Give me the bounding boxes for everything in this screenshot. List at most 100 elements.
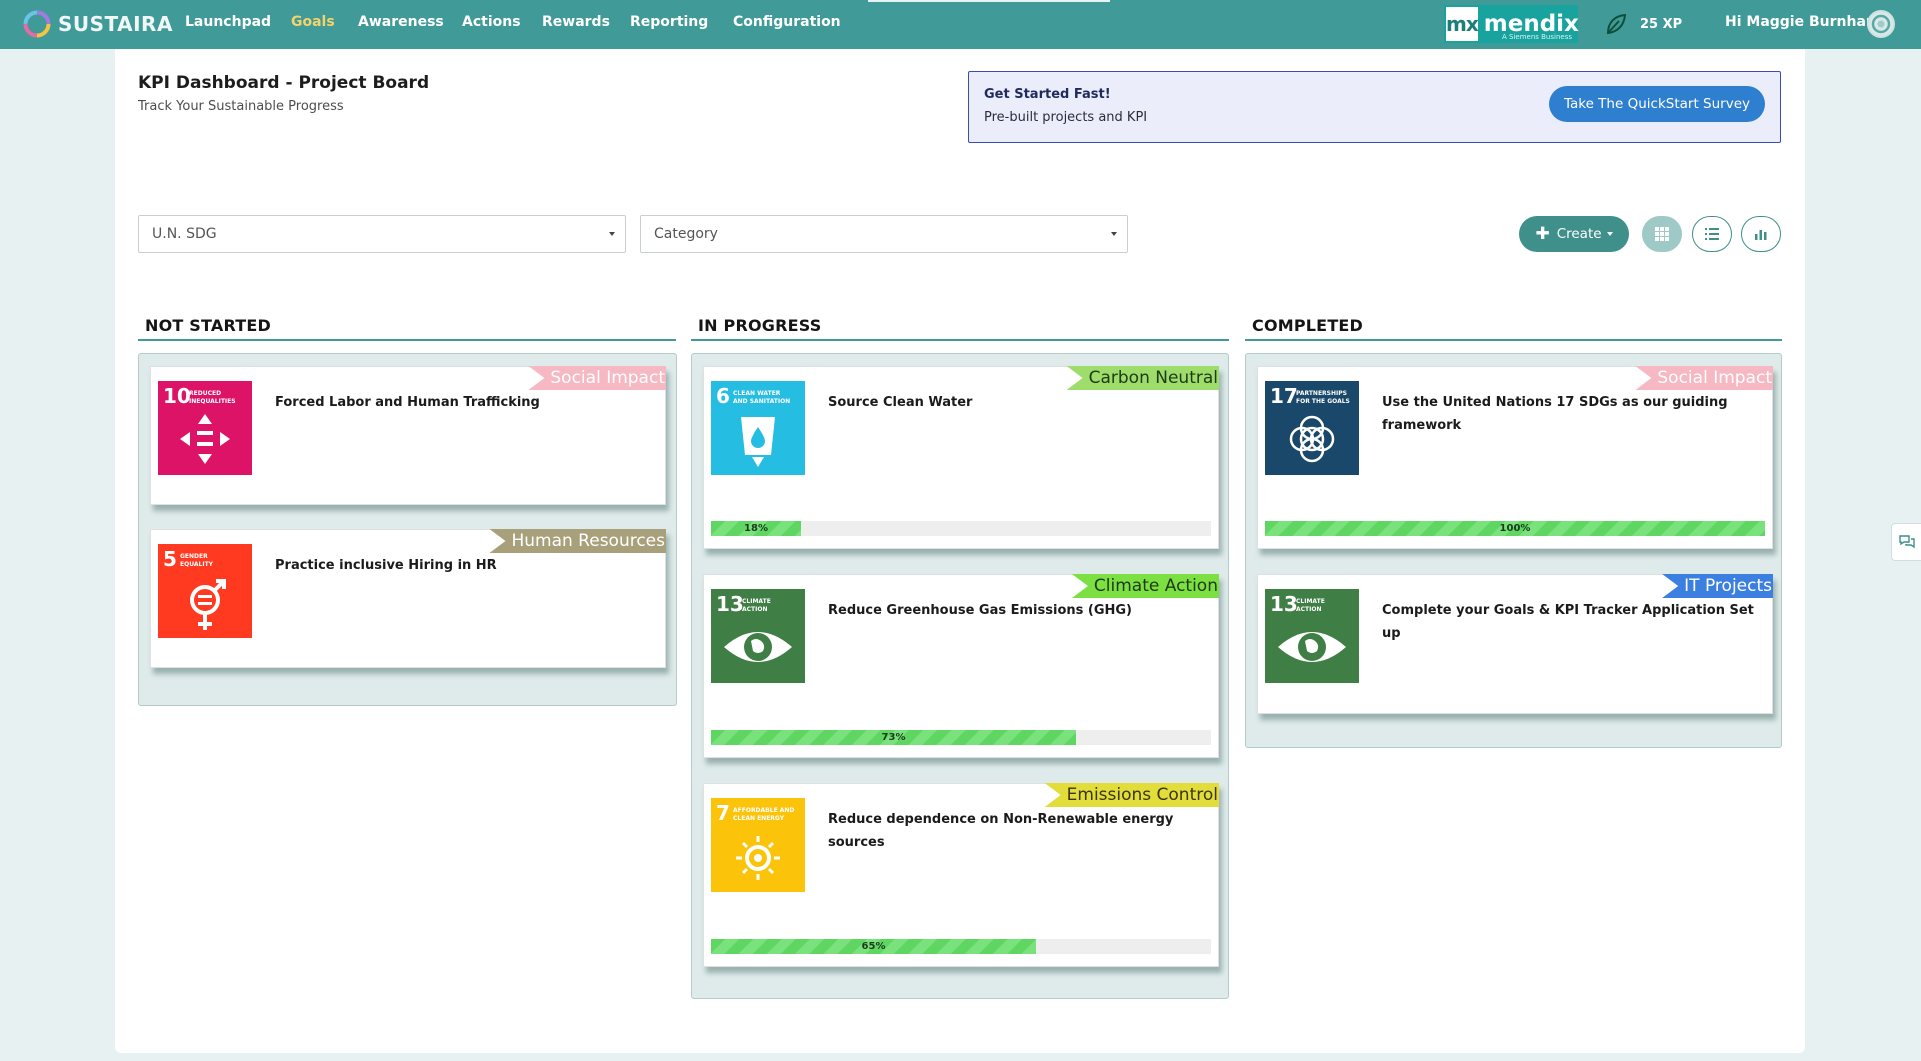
svg-text:13: 13 [1270, 592, 1298, 616]
progress-bar: 73% [711, 730, 1211, 745]
nav-reporting[interactable]: Reporting [630, 14, 708, 30]
kanban-card[interactable]: Carbon Neutral 6 CLEAN WATER AND SANITAT… [703, 366, 1219, 549]
category-filter-select[interactable]: Category [640, 215, 1128, 253]
svg-text:CLEAN WATER: CLEAN WATER [733, 390, 781, 397]
svg-text:CLIMATE: CLIMATE [742, 598, 771, 605]
sdg-13-climate-action-icon: 13 CLIMATE ACTION [1265, 589, 1359, 683]
sdg-filter-select[interactable]: U.N. SDG [138, 215, 626, 253]
svg-text:GENDER: GENDER [180, 553, 208, 560]
svg-text:CLIMATE: CLIMATE [1296, 598, 1325, 605]
grid-view-button[interactable] [1642, 216, 1682, 252]
progress-bar: 18% [711, 521, 1211, 536]
quickstart-subtitle: Pre-built projects and KPI [984, 110, 1148, 125]
kanban-card[interactable]: IT Projects 13 CLIMATE ACTION Complete y… [1257, 574, 1773, 714]
mendix-badge[interactable]: mx mendix A Siemens Business [1444, 5, 1579, 43]
svg-text:17: 17 [1270, 384, 1298, 408]
mendix-tagline: A Siemens Business [1501, 33, 1572, 41]
list-view-button[interactable] [1692, 216, 1732, 252]
page-title: KPI Dashboard - Project Board [138, 73, 430, 93]
avatar[interactable] [1866, 9, 1896, 39]
progress-label: 65% [861, 941, 886, 952]
sdg-7-clean-energy-icon: 7 AFFORDABLE AND CLEAN ENERGY [711, 798, 805, 892]
chat-icon [1899, 535, 1915, 549]
card-title: Forced Labor and Human Trafficking [275, 395, 540, 410]
column-header-completed: COMPLETED [1245, 316, 1782, 341]
create-button[interactable]: ✚ Create [1519, 216, 1629, 252]
nav-rewards[interactable]: Rewards [542, 14, 610, 30]
top-navbar: SUSTAIRA Launchpad Goals Awareness Actio… [0, 0, 1921, 49]
nav-awareness[interactable]: Awareness [358, 14, 444, 30]
kanban-card[interactable]: Social Impact 10 REDUCED INEQUALITIES Fo… [150, 366, 666, 505]
create-label: Create [1556, 226, 1602, 242]
quickstart-survey-button[interactable]: Take The QuickStart Survey [1548, 86, 1765, 122]
progress-label: 100% [1499, 523, 1531, 534]
svg-text:5: 5 [163, 547, 177, 571]
progress-bar: 100% [1265, 521, 1765, 536]
chevron-down-icon [1111, 232, 1117, 236]
svg-text:FOR THE GOALS: FOR THE GOALS [1296, 398, 1350, 405]
quickstart-banner: Get Started Fast! Pre-built projects and… [968, 71, 1781, 143]
feedback-chat-tab[interactable] [1891, 523, 1921, 561]
svg-text:INEQUALITIES: INEQUALITIES [189, 398, 236, 405]
nav-actions[interactable]: Actions [462, 14, 521, 30]
svg-text:CLEAN ENERGY: CLEAN ENERGY [733, 815, 785, 822]
column-in-progress: Carbon Neutral 6 CLEAN WATER AND SANITAT… [691, 353, 1229, 999]
leaf-icon [1606, 13, 1627, 35]
bar-chart-icon [1755, 230, 1767, 240]
card-title: Use the United Nations 17 SDGs as our gu… [1382, 395, 1728, 433]
card-title: Source Clean Water [828, 395, 973, 410]
kanban-card[interactable]: Human Resources 5 GENDER EQUALITY Practi… [150, 529, 666, 668]
svg-text:ACTION: ACTION [742, 606, 768, 613]
chart-view-button[interactable] [1741, 216, 1781, 252]
sdg-17-partnerships-icon: 17 PARTNERSHIPS FOR THE GOALS [1265, 381, 1359, 475]
category-tag: IT Projects [1662, 574, 1773, 598]
grid-icon [1655, 227, 1669, 241]
category-tag: Human Resources [489, 529, 666, 553]
active-indicator [868, 0, 1110, 2]
progress-label: 18% [744, 523, 768, 534]
svg-text:13: 13 [716, 592, 744, 616]
column-completed: Social Impact 17 PARTNERSHIPS FOR THE GO… [1245, 353, 1782, 748]
nav-configuration[interactable]: Configuration [733, 14, 841, 30]
brand-name: SUSTAIRA [58, 12, 173, 36]
card-title: Practice inclusive Hiring in HR [275, 558, 497, 573]
user-greeting[interactable]: Hi Maggie Burnham [1725, 14, 1881, 30]
kanban-card[interactable]: Emissions Control 7 AFFORDABLE AND CLEAN… [703, 783, 1219, 967]
kanban-card[interactable]: Social Impact 17 PARTNERSHIPS FOR THE GO… [1257, 366, 1773, 549]
chevron-down-icon [609, 232, 615, 236]
svg-text:7: 7 [716, 801, 730, 825]
sdg-filter-placeholder: U.N. SDG [152, 226, 217, 242]
progress-label: 73% [881, 732, 906, 743]
plus-icon: ✚ [1535, 223, 1550, 244]
sdg-5-gender-equality-icon: 5 GENDER EQUALITY [158, 544, 252, 638]
sustaira-logo-icon [23, 10, 51, 38]
list-icon [1705, 228, 1719, 240]
progress-bar: 65% [711, 939, 1211, 954]
column-not-started: Social Impact 10 REDUCED INEQUALITIES Fo… [138, 353, 677, 706]
column-header-not-started: NOT STARTED [138, 316, 676, 341]
nav-goals[interactable]: Goals [291, 14, 335, 30]
category-filter-placeholder: Category [654, 226, 718, 242]
category-tag: Carbon Neutral [1066, 366, 1219, 390]
svg-text:10: 10 [163, 384, 191, 408]
svg-text:AFFORDABLE AND: AFFORDABLE AND [733, 807, 794, 814]
kanban-card[interactable]: Climate Action 13 CLIMATE ACTION Reduce … [703, 574, 1219, 758]
brand[interactable]: SUSTAIRA [22, 8, 173, 40]
svg-text:EQUALITY: EQUALITY [180, 561, 214, 568]
main-panel: KPI Dashboard - Project Board Track Your… [115, 49, 1805, 1053]
xp-counter[interactable]: 25 XP [1604, 12, 1682, 36]
xp-value: 25 XP [1640, 16, 1683, 32]
svg-text:AND SANITATION: AND SANITATION [733, 398, 790, 405]
mendix-wordmark: mendix [1483, 11, 1579, 37]
sdg-6-clean-water-icon: 6 CLEAN WATER AND SANITATION [711, 381, 805, 475]
column-header-in-progress: IN PROGRESS [691, 316, 1229, 341]
sdg-10-reduced-inequalities-icon: 10 REDUCED INEQUALITIES [158, 381, 252, 475]
nav-launchpad[interactable]: Launchpad [185, 14, 271, 30]
category-tag: Social Impact [1635, 366, 1773, 390]
quickstart-title: Get Started Fast! [984, 87, 1111, 102]
svg-text:PARTNERSHIPS: PARTNERSHIPS [1296, 390, 1347, 397]
category-tag: Emissions Control [1044, 783, 1219, 807]
sdg-13-climate-action-icon: 13 CLIMATE ACTION [711, 589, 805, 683]
card-title: Complete your Goals & KPI Tracker Applic… [1382, 603, 1754, 641]
svg-text:ACTION: ACTION [1296, 606, 1322, 613]
